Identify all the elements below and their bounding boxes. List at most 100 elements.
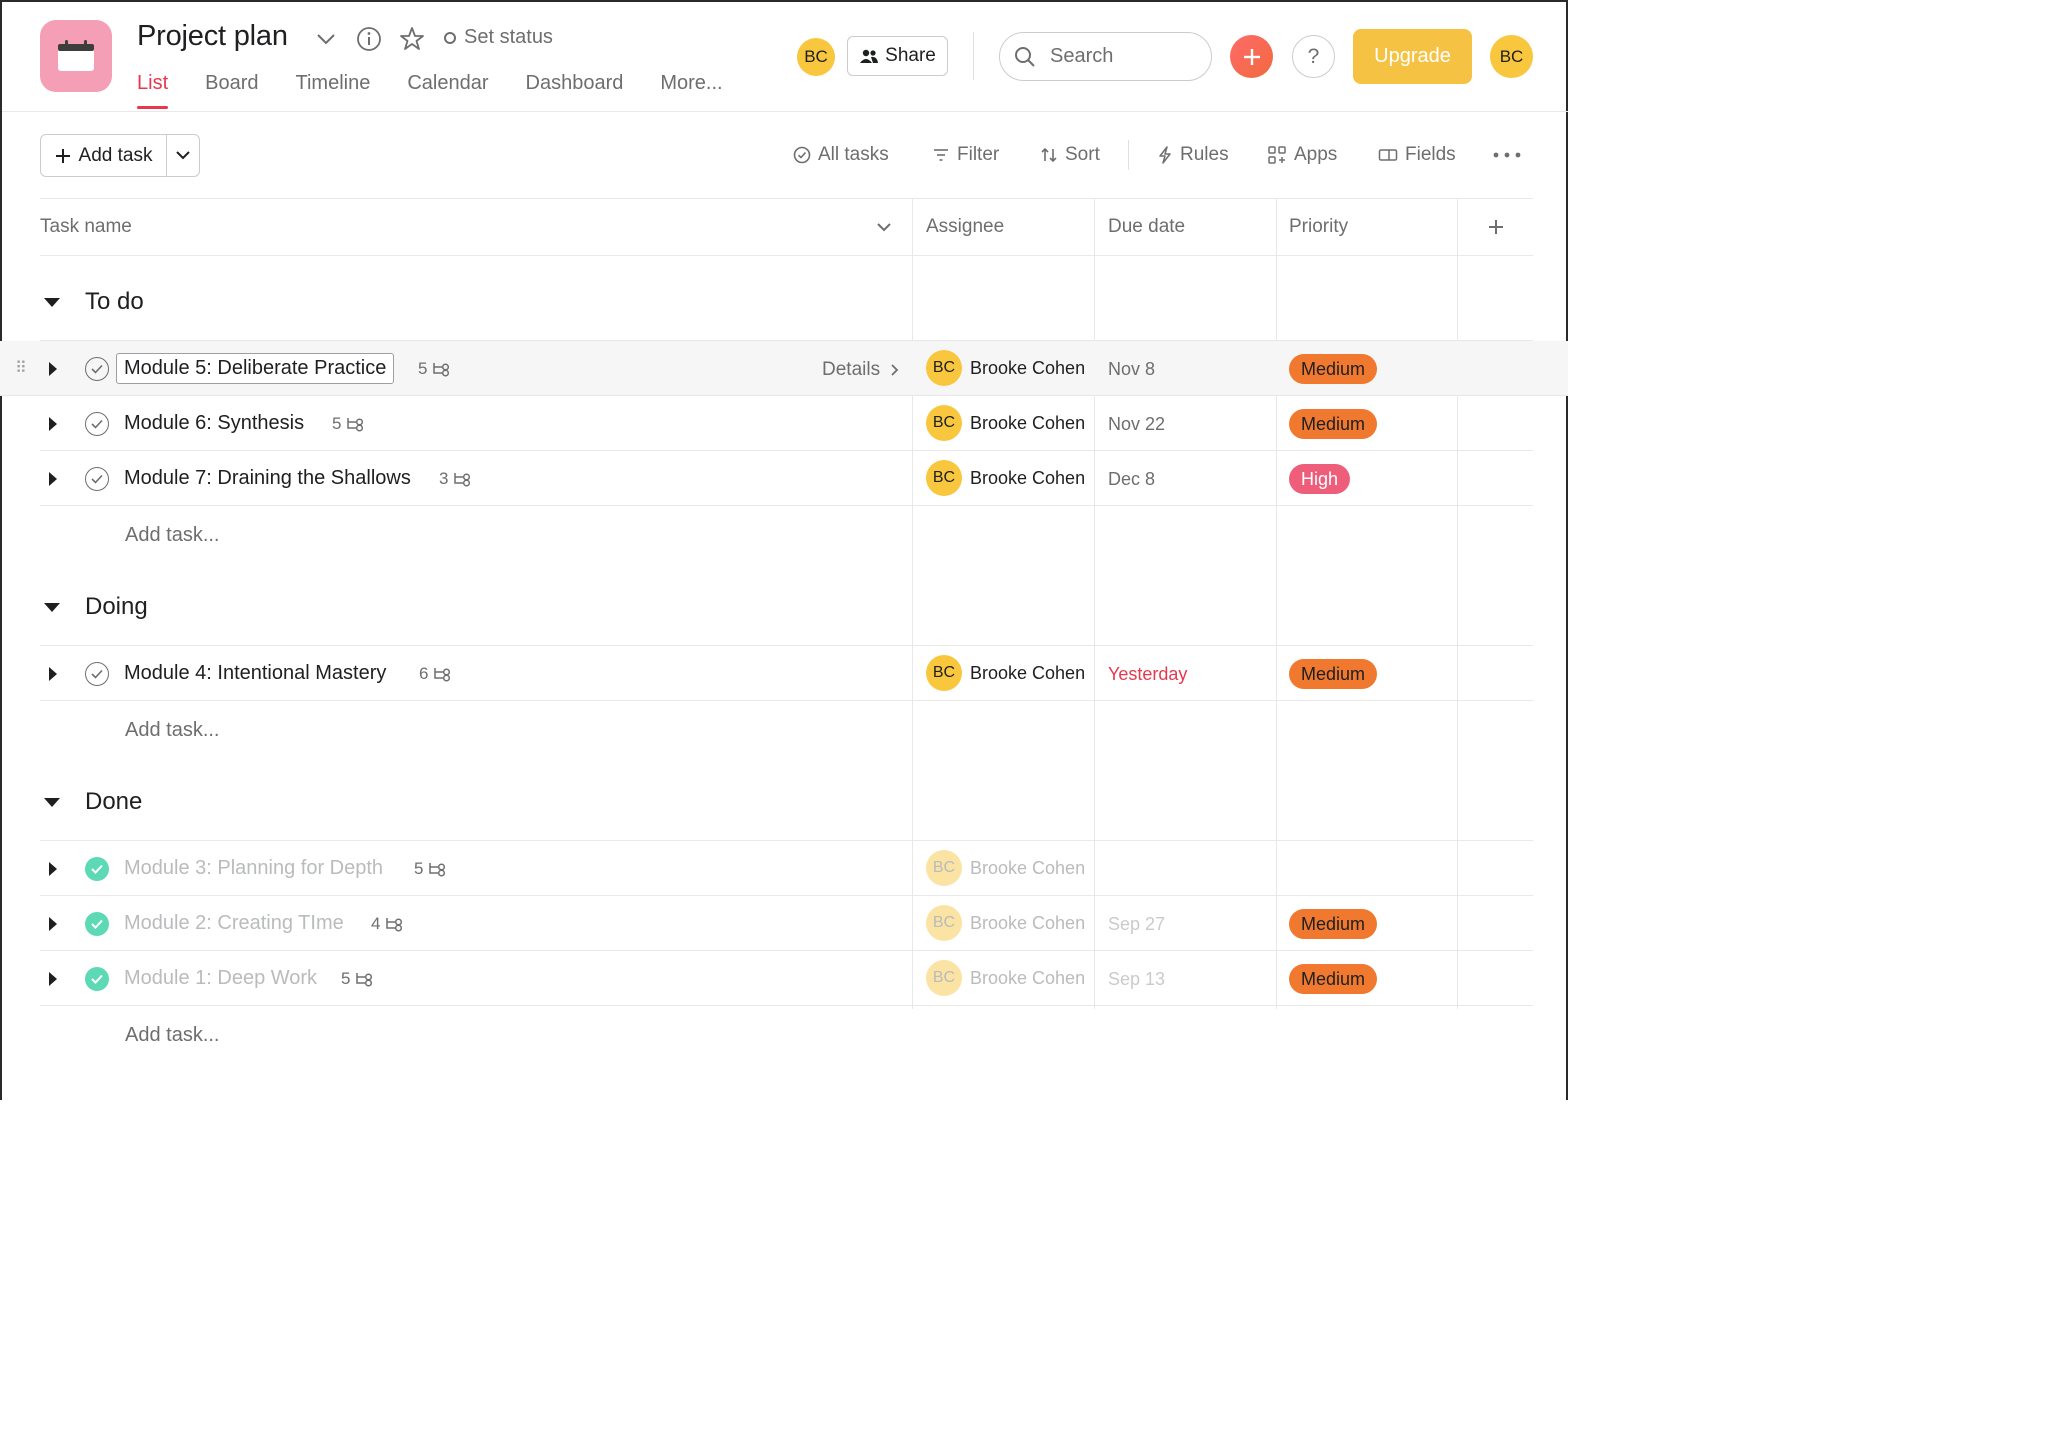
user-avatar[interactable]: BC [1490,35,1533,78]
chevron-down-icon[interactable] [873,216,895,238]
add-column-plus-icon[interactable] [1485,216,1507,238]
tab-more[interactable]: More... [660,72,722,109]
priority-badge[interactable]: Medium [1289,964,1378,994]
assignee-cell[interactable]: BC Brooke Cohen [926,350,1085,386]
table-row[interactable]: ⠿ Module 5: Deliberate Practice 5 Detail… [0,341,1568,396]
details-button[interactable]: Details [822,359,899,381]
expand-subtasks-icon[interactable] [49,667,57,681]
subtask-count[interactable]: 5 [414,859,447,879]
priority-badge[interactable]: Medium [1289,909,1378,939]
fields-button[interactable]: Fields [1378,140,1456,170]
tab-board[interactable]: Board [205,72,258,109]
chevron-down-icon[interactable] [313,26,339,52]
tab-calendar[interactable]: Calendar [407,72,488,109]
add-task-button[interactable]: Add task [41,135,167,176]
expand-subtasks-icon[interactable] [49,972,57,986]
drag-handle-icon[interactable]: ⠿ [15,361,27,377]
collapse-section-icon[interactable] [44,298,60,307]
subtask-count[interactable]: 6 [419,664,452,684]
assignee-cell[interactable]: BC Brooke Cohen [926,960,1085,996]
info-icon[interactable] [355,25,383,53]
tab-timeline[interactable]: Timeline [296,72,371,109]
table-row[interactable]: Module 4: Intentional Mastery 6 BC Brooke… [0,646,1568,701]
expand-subtasks-icon[interactable] [49,362,57,376]
table-row[interactable]: Module 2: Creating TIme 4 BC Brooke Cohen… [0,896,1568,951]
quick-add-plus-icon[interactable] [1230,35,1273,78]
completed-task-checkbox[interactable] [85,967,109,991]
column-header-due-date[interactable]: Due date [1108,216,1185,238]
sort-button[interactable]: Sort [1040,140,1100,170]
task-name[interactable]: Module 2: Creating TIme [124,912,344,935]
table-row[interactable]: Module 3: Planning for Depth 5 BC Brooke … [0,841,1568,896]
task-name[interactable]: Module 7: Draining the Shallows [124,467,411,490]
priority-badge[interactable]: High [1289,464,1351,494]
more-options-icon[interactable] [1493,140,1521,170]
add-task-link[interactable]: Add task... [125,524,220,547]
task-name[interactable]: Module 4: Intentional Mastery [124,662,386,685]
assignee-cell[interactable]: BC Brooke Cohen [926,655,1085,691]
assignee-cell[interactable]: BC Brooke Cohen [926,905,1085,941]
expand-subtasks-icon[interactable] [49,472,57,486]
add-task-link[interactable]: Add task... [125,1024,220,1047]
member-avatar[interactable]: BC [797,38,835,76]
table-row[interactable]: Module 6: Synthesis 5 BC Brooke Cohen Nov… [0,396,1568,451]
calendar-icon[interactable] [40,20,112,92]
help-icon[interactable]: ? [1292,35,1335,78]
filter-button[interactable]: Filter [932,140,999,170]
section-title-doing[interactable]: Doing [85,593,148,621]
priority-badge[interactable]: Medium [1289,659,1378,689]
subtask-count[interactable]: 5 [332,414,365,434]
add-task-dropdown[interactable] [167,135,199,176]
subtask-count[interactable]: 3 [439,469,472,489]
share-button[interactable]: Share [847,36,948,76]
column-header-task-name[interactable]: Task name [40,216,132,238]
due-date[interactable]: Sep 27 [1108,914,1165,935]
due-date[interactable]: Nov 22 [1108,414,1165,435]
column-header-assignee[interactable]: Assignee [926,216,1004,238]
subtask-count[interactable]: 5 [341,969,374,989]
task-name[interactable]: Module 1: Deep Work [124,967,317,990]
table-row[interactable]: Module 1: Deep Work 5 BC Brooke Cohen Sep… [0,951,1568,1006]
due-date[interactable]: Nov 8 [1108,359,1155,380]
task-name-input[interactable]: Module 5: Deliberate Practice [116,353,395,384]
task-name[interactable]: Module 6: Synthesis [124,412,304,435]
complete-task-checkbox[interactable] [85,467,109,491]
star-icon[interactable] [398,25,426,53]
collapse-section-icon[interactable] [44,798,60,807]
complete-task-checkbox[interactable] [85,662,109,686]
complete-task-checkbox[interactable] [85,412,109,436]
all-tasks-button[interactable]: All tasks [793,140,889,170]
due-date[interactable]: Yesterday [1108,664,1187,685]
apps-button[interactable]: Apps [1267,140,1337,170]
rules-button[interactable]: Rules [1157,140,1229,170]
due-date[interactable]: Dec 8 [1108,469,1155,490]
subtask-icon [429,863,446,877]
due-date[interactable]: Sep 13 [1108,969,1165,990]
priority-badge[interactable]: Medium [1289,354,1378,384]
assignee-cell[interactable]: BC Brooke Cohen [926,460,1085,496]
subtask-count[interactable]: 5 [418,359,451,379]
add-task-link[interactable]: Add task... [125,719,220,742]
tab-list[interactable]: List [137,72,169,109]
upgrade-button[interactable]: Upgrade [1353,29,1472,84]
task-name[interactable]: Module 3: Planning for Depth [124,857,383,880]
complete-task-checkbox[interactable] [85,357,109,381]
assignee-cell[interactable]: BC Brooke Cohen [926,405,1085,441]
tab-dashboard[interactable]: Dashboard [526,72,624,109]
table-row[interactable]: Module 7: Draining the Shallows 3 BC Broo… [0,451,1568,506]
subtask-count[interactable]: 4 [371,914,404,934]
completed-task-checkbox[interactable] [85,857,109,881]
section-title-done[interactable]: Done [85,788,142,816]
column-header-priority[interactable]: Priority [1289,216,1348,238]
expand-subtasks-icon[interactable] [49,917,57,931]
assignee-cell[interactable]: BC Brooke Cohen [926,850,1085,886]
section-title-todo[interactable]: To do [85,288,144,316]
completed-task-checkbox[interactable] [85,912,109,936]
set-status-button[interactable]: Set status [444,26,553,49]
expand-subtasks-icon[interactable] [49,417,57,431]
expand-subtasks-icon[interactable] [49,862,57,876]
project-title[interactable]: Project plan [137,20,288,53]
search-input[interactable]: Search [999,32,1212,81]
collapse-section-icon[interactable] [44,603,60,612]
priority-badge[interactable]: Medium [1289,409,1378,439]
